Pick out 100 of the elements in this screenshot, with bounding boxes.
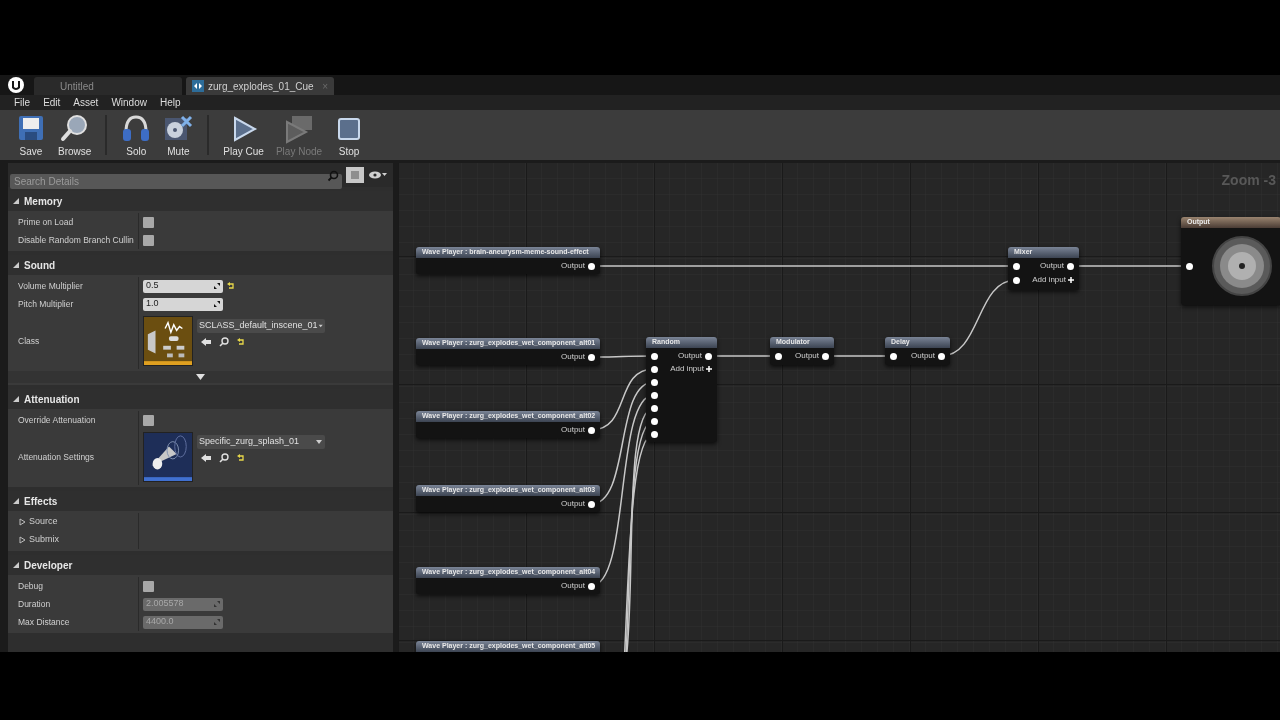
- attenuation-thumbnail-icon[interactable]: [143, 432, 193, 482]
- search-icon: [327, 169, 339, 182]
- toolbar-button[interactable]: Save: [10, 112, 52, 158]
- resize-arrows-icon: [214, 619, 220, 625]
- property-label: Volume Multiplier: [18, 279, 83, 293]
- toolbar-button[interactable]: Solo: [115, 112, 158, 158]
- property-group-label[interactable]: Source: [29, 515, 58, 529]
- pin-label: Output: [911, 350, 935, 362]
- reset-icon[interactable]: [237, 338, 245, 346]
- pin[interactable]: [890, 352, 897, 360]
- menu-item[interactable]: File: [14, 95, 31, 110]
- expand-arrow-icon: [12, 197, 20, 205]
- pin[interactable]: [651, 404, 658, 412]
- pin[interactable]: [1013, 276, 1020, 284]
- pin[interactable]: [1013, 262, 1020, 270]
- plus-icon: [1068, 277, 1074, 283]
- pin[interactable]: [651, 417, 658, 425]
- property-group-label[interactable]: Submix: [29, 533, 59, 547]
- pin[interactable]: [1186, 263, 1193, 270]
- menu-item[interactable]: Asset: [73, 95, 99, 110]
- pin[interactable]: [588, 582, 595, 590]
- pin[interactable]: [588, 426, 595, 434]
- headphones-icon: [121, 114, 152, 144]
- pin[interactable]: [705, 352, 712, 360]
- menu-item[interactable]: Help: [159, 95, 181, 110]
- pin-label: Output: [561, 424, 585, 436]
- cue-icon: [192, 80, 204, 92]
- property-label: Max Distance: [18, 615, 70, 629]
- search-icon[interactable]: [219, 453, 229, 463]
- menu-item[interactable]: Edit: [43, 95, 61, 110]
- toolbar-button[interactable]: Mute: [157, 112, 200, 158]
- expand-arrow-icon: [12, 561, 20, 569]
- visibility-dropdown-icon[interactable]: [368, 170, 388, 180]
- pin-label: Output: [678, 350, 702, 362]
- pin-label: Output: [561, 351, 585, 363]
- pin-label: Output: [795, 350, 819, 362]
- reset-icon[interactable]: [237, 454, 245, 462]
- toolbar-button[interactable]: Browse: [52, 112, 98, 158]
- plus-icon: [706, 366, 712, 372]
- expand-advanced-icon[interactable]: [196, 374, 205, 380]
- caret-icon: [315, 439, 323, 445]
- caret-icon: [317, 323, 323, 329]
- pin[interactable]: [588, 262, 595, 270]
- toolbar-button[interactable]: Play Cue: [217, 112, 270, 158]
- checkbox[interactable]: [143, 580, 154, 592]
- expand-arrow-icon: [12, 395, 20, 403]
- pin[interactable]: [651, 352, 658, 360]
- add-input-button[interactable]: Add input: [670, 363, 712, 375]
- sound-class-thumbnail-icon[interactable]: [143, 316, 193, 366]
- pin-label: Output: [561, 260, 585, 272]
- pin[interactable]: [938, 352, 945, 360]
- property-label: Class: [18, 334, 40, 348]
- property-label: Override Attenuation: [18, 413, 96, 427]
- property-label: Duration: [18, 597, 51, 611]
- left-arrow-icon[interactable]: [201, 338, 211, 346]
- pin[interactable]: [651, 378, 658, 386]
- editor-tab[interactable]: Untitled: [34, 77, 182, 95]
- property-label: Prime on Load: [18, 215, 74, 229]
- checkbox[interactable]: [143, 234, 154, 246]
- pin-label: Output: [561, 498, 585, 510]
- resize-arrows-icon: [214, 601, 220, 607]
- resize-arrows-icon: [214, 283, 220, 289]
- pin[interactable]: [1067, 262, 1074, 270]
- pin[interactable]: [651, 430, 658, 438]
- expand-arrow-icon[interactable]: [18, 536, 26, 544]
- pin[interactable]: [588, 500, 595, 508]
- expand-arrow-icon: [12, 261, 20, 269]
- add-input-button[interactable]: Add input: [1032, 274, 1074, 286]
- checkbox[interactable]: [143, 414, 154, 426]
- pin[interactable]: [651, 365, 658, 373]
- property-label: Debug: [18, 579, 44, 593]
- checkbox[interactable]: [143, 216, 154, 228]
- number-field[interactable]: 0.5: [143, 279, 223, 293]
- search-icon: [59, 114, 90, 144]
- list-icon: [350, 170, 360, 180]
- left-arrow-icon[interactable]: [201, 454, 211, 462]
- reset-icon[interactable]: [227, 282, 235, 290]
- asset-dropdown[interactable]: SCLASS_default_inscene_01: [197, 319, 325, 333]
- pin[interactable]: [588, 353, 595, 361]
- play-node-icon: [284, 114, 314, 144]
- property-label: Attenuation Settings: [18, 450, 95, 464]
- logo-icon[interactable]: [8, 77, 24, 93]
- resize-arrows-icon: [214, 301, 220, 307]
- editor-tab[interactable]: zurg_explodes_01_Cue ×: [186, 77, 334, 95]
- toolbar-button[interactable]: Stop: [328, 112, 371, 158]
- search-icon[interactable]: [219, 337, 229, 347]
- menu-item[interactable]: Window: [111, 95, 147, 110]
- number-field[interactable]: 1.0: [143, 297, 223, 311]
- expand-arrow-icon[interactable]: [18, 518, 26, 526]
- asset-dropdown[interactable]: Specific_zurg_splash_01: [197, 435, 325, 449]
- pin-label: Output: [1040, 260, 1064, 272]
- property-label: Pitch Multiplier: [18, 297, 74, 311]
- pin[interactable]: [775, 352, 782, 360]
- property-label: Disable Random Branch Cullin: [18, 233, 134, 247]
- expand-arrow-icon: [12, 497, 20, 505]
- pin[interactable]: [822, 352, 829, 360]
- pin-label: Output: [561, 580, 585, 592]
- speaker-icon: [1211, 235, 1273, 297]
- search-field[interactable]: Search Details: [10, 173, 342, 189]
- pin[interactable]: [651, 391, 658, 399]
